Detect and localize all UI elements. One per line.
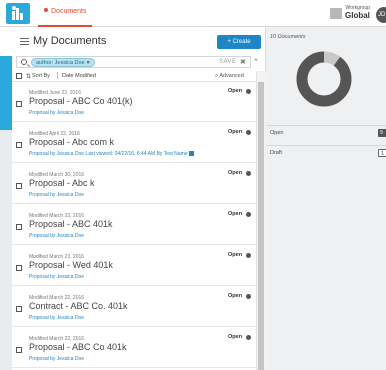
remove-chip-icon[interactable]: × xyxy=(87,60,90,66)
sort-icon[interactable]: ⇅ xyxy=(26,73,31,80)
documents-panel: My Documents + Create author: Jessica Do… xyxy=(12,27,266,370)
summary-row-open[interactable]: Open 9 xyxy=(266,125,386,145)
tab-dot-icon xyxy=(44,8,48,12)
sort-field-dropdown[interactable]: Date Modified xyxy=(62,73,96,79)
summary-row-count: 9 xyxy=(378,129,386,137)
status-label: Open xyxy=(228,129,243,135)
summary-row-count: 1 xyxy=(378,149,386,157)
page-title: My Documents xyxy=(33,35,107,47)
summary-row-label: Draft xyxy=(270,150,282,156)
document-author: Proposal by Jessica Doe xyxy=(29,233,85,239)
document-author: Proposal by Jessica Doe xyxy=(29,274,85,280)
advanced-search-link[interactable]: ⌕ Advanced xyxy=(215,73,244,80)
clear-search-icon[interactable]: ✖ xyxy=(240,58,246,66)
status-label: Open xyxy=(228,170,243,176)
search-icon xyxy=(21,59,27,65)
status-dot-icon xyxy=(246,171,251,176)
list-item[interactable]: Modified March 23, 2016 Proposal - ABC 4… xyxy=(12,206,256,245)
document-count: 10 Documents xyxy=(270,34,306,40)
summary-row-draft[interactable]: Draft 1 xyxy=(266,145,386,165)
document-author: Proposal by Jessica Doe xyxy=(29,356,85,362)
workgroup-name: Global xyxy=(345,11,370,20)
document-author: Proposal by Jessica Doe xyxy=(29,110,85,116)
status-dot-icon xyxy=(246,294,251,299)
status-dot-icon xyxy=(246,335,251,340)
document-title[interactable]: Proposal - ABC Co 401k xyxy=(29,342,127,352)
status-dot-icon xyxy=(246,212,251,217)
status-label: Open xyxy=(228,293,243,299)
sort-by-label[interactable]: Sort By xyxy=(32,73,50,79)
row-checkbox[interactable] xyxy=(16,224,22,230)
scrollbar-thumb[interactable] xyxy=(258,82,264,370)
tab-documents-label: Documents xyxy=(51,8,87,15)
donut-open-segment xyxy=(296,51,352,107)
list-item[interactable]: Modified March 22, 2016 Proposal - ABC C… xyxy=(12,329,256,368)
document-title[interactable]: Proposal - Abc com k xyxy=(29,137,114,147)
avatar[interactable]: JD xyxy=(376,7,386,23)
top-bar: Documents Workgroup Global JD xyxy=(0,0,386,27)
workgroup-selector[interactable]: Workgroup Global xyxy=(345,5,370,20)
hamburger-menu-icon[interactable] xyxy=(20,38,29,47)
save-search-button[interactable]: SAVE xyxy=(219,59,237,65)
document-author: Proposal by Jessica Doe xyxy=(29,315,85,321)
filter-chip-label: author: Jessica Doe xyxy=(36,60,85,66)
list-item[interactable]: Modified March 22, 2016 Contract - ABC C… xyxy=(12,288,256,327)
row-checkbox[interactable] xyxy=(16,306,22,312)
app: Documents Workgroup Global JD My Documen… xyxy=(0,0,386,370)
document-title[interactable]: Proposal - Wed 401k xyxy=(29,260,113,270)
divider xyxy=(57,72,58,79)
document-title[interactable]: Proposal - ABC Co 401(k) xyxy=(29,96,133,106)
status-dot-icon xyxy=(246,130,251,135)
list-item[interactable]: Modified March 30, 2016 Proposal - Abc k… xyxy=(12,165,256,204)
list-item[interactable]: Modified March 23, 2016 Proposal - Wed 4… xyxy=(12,247,256,286)
row-checkbox[interactable] xyxy=(16,183,22,189)
create-button[interactable]: + Create xyxy=(217,35,261,49)
document-title[interactable]: Proposal - ABC 401k xyxy=(29,219,113,229)
document-title[interactable]: Proposal - Abc k xyxy=(29,178,95,188)
summary-panel: 10 Documents Open 9 Draft 1 xyxy=(266,27,386,370)
row-checkbox[interactable] xyxy=(16,265,22,271)
status-dot-icon xyxy=(246,253,251,258)
document-author: Proposal by Jessica Doe Last viewed: 04/… xyxy=(29,151,188,157)
row-checkbox[interactable] xyxy=(16,101,22,107)
edit-icon[interactable] xyxy=(188,151,194,156)
workgroup-icon[interactable] xyxy=(330,8,342,19)
advanced-label: Advanced xyxy=(219,73,244,79)
document-title[interactable]: Contract - ABC Co. 401k xyxy=(29,301,128,311)
status-label: Open xyxy=(228,334,243,340)
collapse-caret-icon[interactable]: ⌃ xyxy=(253,58,259,66)
status-label: Open xyxy=(228,211,243,217)
status-label: Open xyxy=(228,252,243,258)
status-label: Open xyxy=(228,88,243,94)
search-input[interactable]: author: Jessica Doe × SAVE ✖ xyxy=(16,56,251,68)
document-author: Proposal by Jessica Doe xyxy=(29,192,85,198)
sort-bar: ⇅ Sort By Date Modified ⌕ Advanced xyxy=(12,71,256,82)
app-logo-icon[interactable] xyxy=(6,3,30,24)
document-list: Modified June 23, 2016 Proposal - ABC Co… xyxy=(12,83,256,370)
filter-chip[interactable]: author: Jessica Doe × xyxy=(31,58,95,67)
row-checkbox[interactable] xyxy=(16,142,22,148)
list-item[interactable]: Modified June 23, 2016 Proposal - ABC Co… xyxy=(12,83,256,122)
left-rail xyxy=(0,130,12,370)
tab-documents[interactable]: Documents xyxy=(38,0,93,27)
summary-row-label: Open xyxy=(270,130,284,136)
status-donut-chart xyxy=(296,51,352,107)
row-checkbox[interactable] xyxy=(16,347,22,353)
list-item[interactable]: Modified April 22, 2016 Proposal - Abc c… xyxy=(12,124,256,163)
document-author-meta: Proposal by Jessica Doe Last viewed: 04/… xyxy=(29,151,194,157)
select-all-checkbox[interactable] xyxy=(16,73,22,79)
status-dot-icon xyxy=(246,89,251,94)
